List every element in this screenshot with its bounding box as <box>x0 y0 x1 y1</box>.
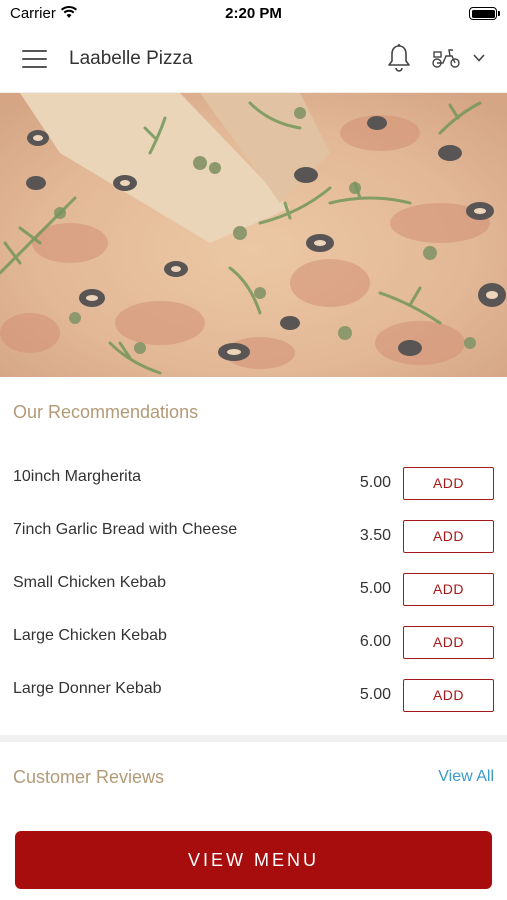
hero-pizza-image <box>0 93 507 377</box>
item-price: 5.00 <box>359 686 391 703</box>
add-button[interactable]: ADD <box>403 679 494 712</box>
add-button[interactable]: ADD <box>403 520 494 553</box>
reviews-title: Customer Reviews <box>13 767 165 787</box>
item-price: 3.50 <box>359 527 391 544</box>
list-item: Large Chicken Kebab 6.00 ADD <box>0 614 507 667</box>
item-price: 5.00 <box>359 474 391 491</box>
item-price: 6.00 <box>359 633 391 650</box>
scooter-icon[interactable] <box>431 47 461 69</box>
item-name: Large Donner Kebab <box>13 680 162 697</box>
add-button[interactable]: ADD <box>403 573 494 606</box>
recommendations-title: Our Recommendations <box>13 402 199 422</box>
item-name: 10inch Margherita <box>13 468 142 485</box>
view-all-link[interactable]: View All <box>438 768 494 786</box>
list-item: 10inch Margherita 5.00 ADD <box>0 455 507 508</box>
item-name: 7inch Garlic Bread with Cheese <box>13 521 238 538</box>
battery-icon <box>469 7 500 20</box>
status-bar: Carrier 2:20 PM <box>0 0 507 28</box>
app-header: Laabelle Pizza <box>0 28 507 93</box>
item-name: Large Chicken Kebab <box>13 627 167 644</box>
list-item: Large Donner Kebab 5.00 ADD <box>0 667 507 720</box>
item-price: 5.00 <box>359 580 391 597</box>
section-divider <box>0 735 507 742</box>
chevron-down-icon[interactable] <box>472 51 486 65</box>
hamburger-menu-icon[interactable] <box>22 50 47 68</box>
list-item: Small Chicken Kebab 5.00 ADD <box>0 561 507 614</box>
add-button[interactable]: ADD <box>403 467 494 500</box>
item-name: Small Chicken Kebab <box>13 574 166 591</box>
list-item: 7inch Garlic Bread with Cheese 3.50 ADD <box>0 508 507 561</box>
clock: 2:20 PM <box>225 5 282 22</box>
add-button[interactable]: ADD <box>403 626 494 659</box>
app-title: Laabelle Pizza <box>69 48 193 69</box>
bell-icon[interactable] <box>386 43 412 73</box>
view-menu-button[interactable]: VIEW MENU <box>15 831 492 889</box>
